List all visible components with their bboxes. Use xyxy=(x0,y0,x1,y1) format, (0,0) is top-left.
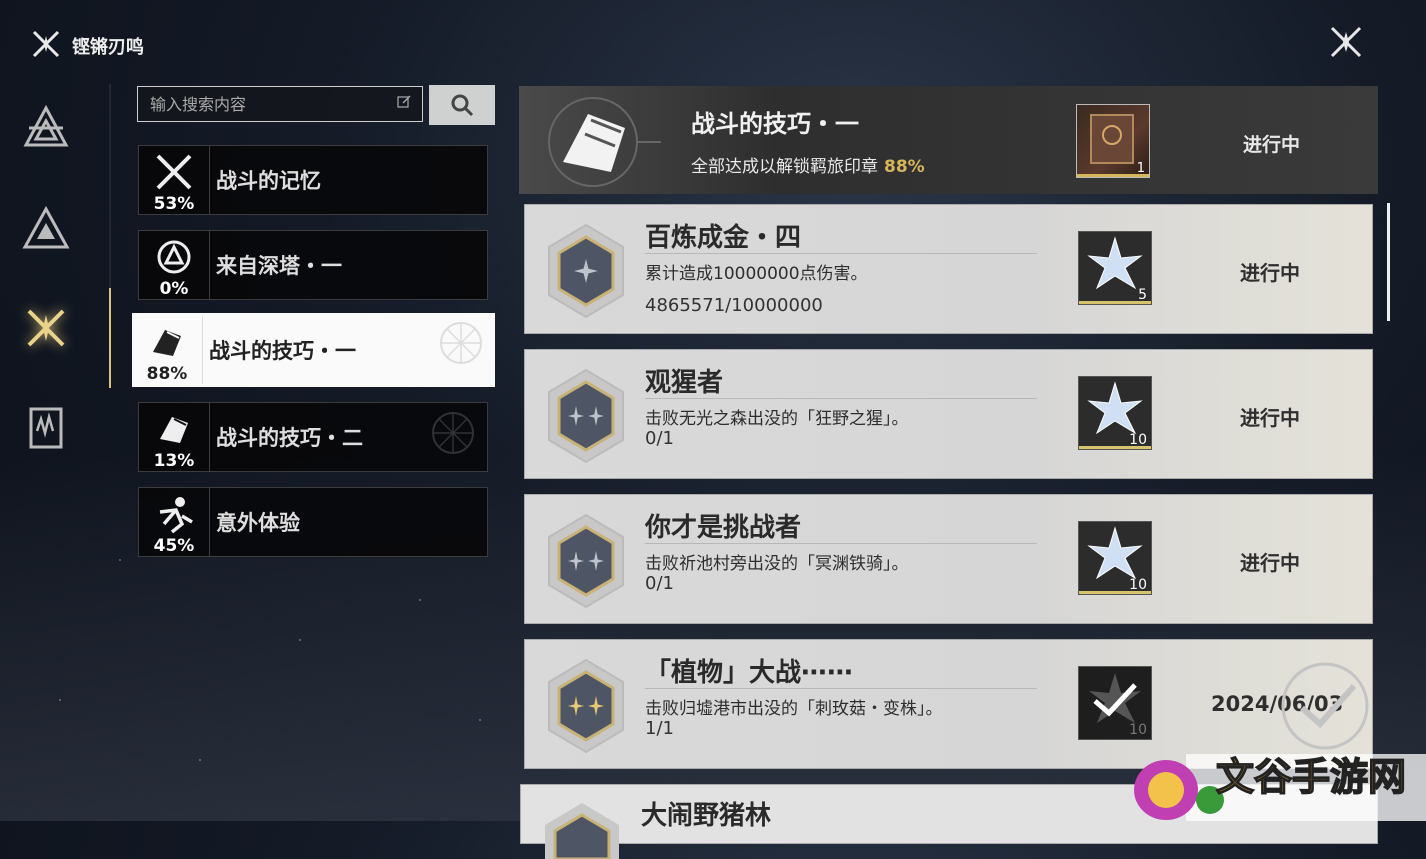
category-item[interactable]: 13% 战斗的技巧・二 xyxy=(138,402,488,472)
achievement-reward[interactable]: 10 xyxy=(1078,521,1152,595)
achievement-desc: 累计造成10000000点伤害。 xyxy=(645,264,868,284)
category-item[interactable]: 45% 意外体验 xyxy=(138,487,488,557)
achievement-desc: 击败归墟港市出没的「刺玫菇・变株」。 xyxy=(645,699,943,719)
edit-icon xyxy=(396,94,412,114)
achievement-progress: 0/1 xyxy=(645,573,674,594)
achievement-title: 大闹野猪林 xyxy=(641,801,772,831)
achievement-title: 百炼成金・四 xyxy=(645,223,802,253)
category-percent: 0% xyxy=(159,279,189,299)
seal-book-icon xyxy=(1090,114,1134,164)
category-item[interactable]: 0% 来自深塔・一 xyxy=(138,230,488,300)
hexagon-badge-icon xyxy=(548,513,624,609)
watermark-text: 文谷手游网 xyxy=(1216,755,1406,799)
scrollbar[interactable] xyxy=(1387,203,1390,321)
achievement-progress: 4865571/10000000 xyxy=(645,295,823,316)
close-button[interactable] xyxy=(1322,18,1370,66)
achievement-title: 「植物」大战⋯⋯ xyxy=(645,658,854,688)
search-input[interactable] xyxy=(148,93,396,115)
category-percent: 45% xyxy=(153,536,195,556)
watermark-logo-icon: 文谷手游网 xyxy=(1134,754,1426,821)
achievement-row: 观猩者 击败无光之森出没的「狂野之猩」。 0/1 10 进行中 xyxy=(524,349,1373,479)
achievement-progress: 0/1 xyxy=(645,428,674,449)
achievement-status: 进行中 xyxy=(1240,261,1300,285)
achievement-progress: 1/1 xyxy=(645,718,674,739)
header-subtitle: 全部达成以解锁羁旅印章 88% xyxy=(691,152,925,177)
header-title: 战斗的技巧・一 xyxy=(691,110,859,138)
site-watermark: 文谷手游网 xyxy=(1130,748,1426,821)
reward-count: 10 xyxy=(1129,722,1147,738)
peak-icon xyxy=(22,205,70,249)
triangle-sigil-icon xyxy=(23,104,69,147)
nav-active-marker xyxy=(109,288,111,388)
compass-decor-icon xyxy=(440,322,482,364)
fist-icon xyxy=(160,417,188,443)
header-subtitle-text: 全部达成以解锁羁旅印章 xyxy=(691,157,878,177)
achievement-reward[interactable]: 5 xyxy=(1078,231,1152,305)
category-label: 来自深塔・一 xyxy=(216,254,342,278)
nav-item-2[interactable] xyxy=(18,200,74,256)
category-label: 战斗的技巧・一 xyxy=(209,339,356,363)
category-percent: 88% xyxy=(146,364,188,384)
completed-stamp-icon xyxy=(1281,662,1369,750)
app-header: 铿锵刃鸣 xyxy=(30,28,144,64)
side-nav xyxy=(18,100,78,500)
fist-icon xyxy=(153,330,181,356)
category-item[interactable]: 53% 战斗的记忆 xyxy=(138,145,488,215)
header-status: 进行中 xyxy=(1243,134,1301,156)
category-label: 战斗的技巧・二 xyxy=(216,426,363,450)
nav-item-1[interactable] xyxy=(18,100,74,156)
category-label: 战斗的记忆 xyxy=(216,169,321,193)
category-item-active[interactable]: 88% 战斗的技巧・一 xyxy=(132,313,495,387)
search-button[interactable] xyxy=(429,85,495,125)
achievement-desc: 击败无光之森出没的「狂野之猩」。 xyxy=(645,409,909,429)
achievement-reward-claimed[interactable]: 10 xyxy=(1078,666,1152,740)
achievement-row: 百炼成金・四 累计造成10000000点伤害。 4865571/10000000… xyxy=(524,204,1373,334)
category-percent: 53% xyxy=(153,194,195,214)
hexagon-badge-icon xyxy=(545,803,619,859)
hexagon-badge-icon xyxy=(548,368,624,464)
codex-book-icon xyxy=(29,407,63,449)
search-box[interactable] xyxy=(137,86,423,122)
crossed-swords-icon xyxy=(156,154,192,190)
achievement-title: 观猩者 xyxy=(645,368,724,398)
achievement-row: 你才是挑战者 击败祈池村旁出没的「冥渊铁骑」。 0/1 10 进行中 xyxy=(524,494,1373,624)
category-header: 战斗的技巧・一 全部达成以解锁羁旅印章 88% 1 进行中 xyxy=(519,86,1378,194)
header-percent: 88% xyxy=(884,157,925,177)
header-reward[interactable]: 1 xyxy=(1076,104,1150,178)
close-icon[interactable] xyxy=(1326,22,1366,62)
achievement-status: 进行中 xyxy=(1240,551,1300,575)
crossed-blades-icon xyxy=(30,28,62,64)
hexagon-badge-icon xyxy=(548,223,624,319)
achievement-title: 你才是挑战者 xyxy=(645,513,802,543)
compass-decor-icon xyxy=(432,412,474,454)
category-percent: 13% xyxy=(153,451,195,471)
nav-item-3[interactable] xyxy=(18,300,74,356)
falling-person-icon xyxy=(159,497,193,534)
achievement-desc: 击败祈池村旁出没的「冥渊铁骑」。 xyxy=(645,554,909,574)
achievement-reward[interactable]: 10 xyxy=(1078,376,1152,450)
app-title: 铿锵刃鸣 xyxy=(72,37,144,58)
search-icon xyxy=(451,94,474,117)
nav-divider xyxy=(109,84,111,388)
category-label: 意外体验 xyxy=(216,511,300,535)
crossed-swords-icon xyxy=(27,309,65,347)
hexagon-badge-icon xyxy=(548,658,624,754)
tower-sigil-icon xyxy=(157,240,191,274)
nav-item-4[interactable] xyxy=(18,400,74,456)
fist-emblem-icon xyxy=(548,97,661,187)
achievement-status: 进行中 xyxy=(1240,406,1300,430)
